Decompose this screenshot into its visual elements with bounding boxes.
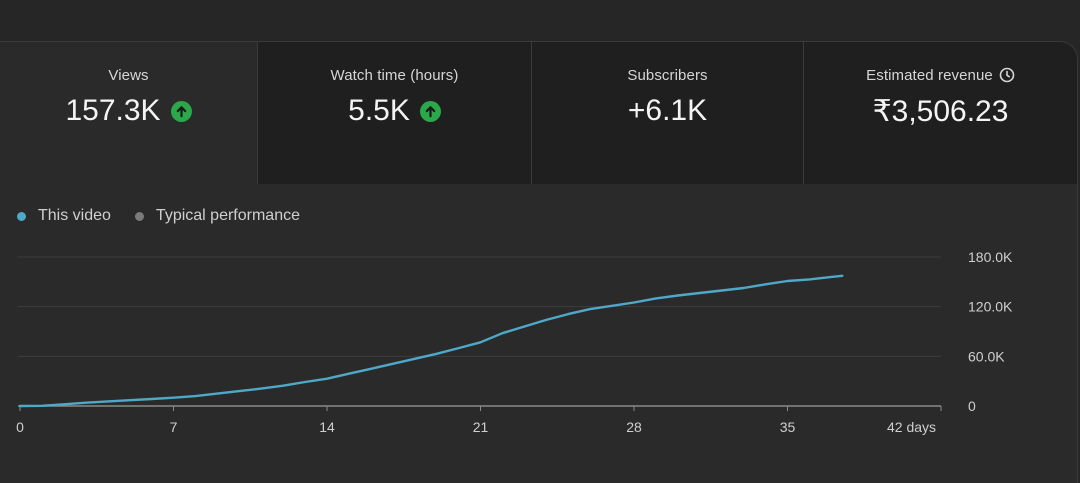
metric-label: Views [108,67,149,84]
y-tick-label: 0 [968,398,976,414]
y-tick-label: 60.0K [968,348,1005,364]
legend-label: This video [38,207,111,224]
metric-value: 5.5K [348,94,410,127]
chart-legend: This video Typical performance [17,207,324,225]
metric-label: Subscribers [627,67,708,84]
arrow-up-icon [170,100,192,122]
metric-card-subscribers[interactable]: Subscribers +6.1K [532,42,804,184]
legend-dot [17,211,26,221]
metric-card-watch-time[interactable]: Watch time (hours) 5.5K [258,42,532,184]
metric-card-revenue[interactable]: Estimated revenue ₹3,506.23 [804,42,1077,184]
clock-icon[interactable] [999,67,1015,87]
x-tick-label: 21 [473,419,489,435]
legend-label: Typical performance [155,207,300,224]
metric-cards: Views 157.3K Watch time (hours) 5.5K Sub… [0,42,1077,184]
x-tick-label: 35 [780,419,796,435]
views-line-chart: 0 60.0K 120.0K 180.0K 0 7 14 21 28 35 42 days [16,249,1013,435]
x-tick-label: 0 [16,419,24,435]
legend-item-this-video[interactable]: This video [17,207,111,225]
arrow-up-icon [419,100,441,122]
y-tick-label: 120.0K [968,299,1013,315]
metric-label: Estimated revenue [866,67,993,84]
series-line-this-video [18,274,844,408]
x-tick-label: 14 [319,419,335,435]
x-tick-label: 28 [626,419,642,435]
metric-card-views[interactable]: Views 157.3K [0,42,258,184]
metric-label: Watch time (hours) [330,67,459,84]
metric-value: ₹3,506.23 [872,95,1009,128]
legend-dot [134,211,144,221]
metric-value: 157.3K [65,94,161,127]
legend-item-typical-performance[interactable]: Typical performance [134,207,300,225]
x-tick-label: 42 days [887,419,936,435]
y-tick-label: 180.0K [968,249,1013,265]
metric-label-row: Estimated revenue [804,67,1077,87]
metric-value: +6.1K [627,94,708,127]
x-tick-label: 7 [170,419,178,435]
